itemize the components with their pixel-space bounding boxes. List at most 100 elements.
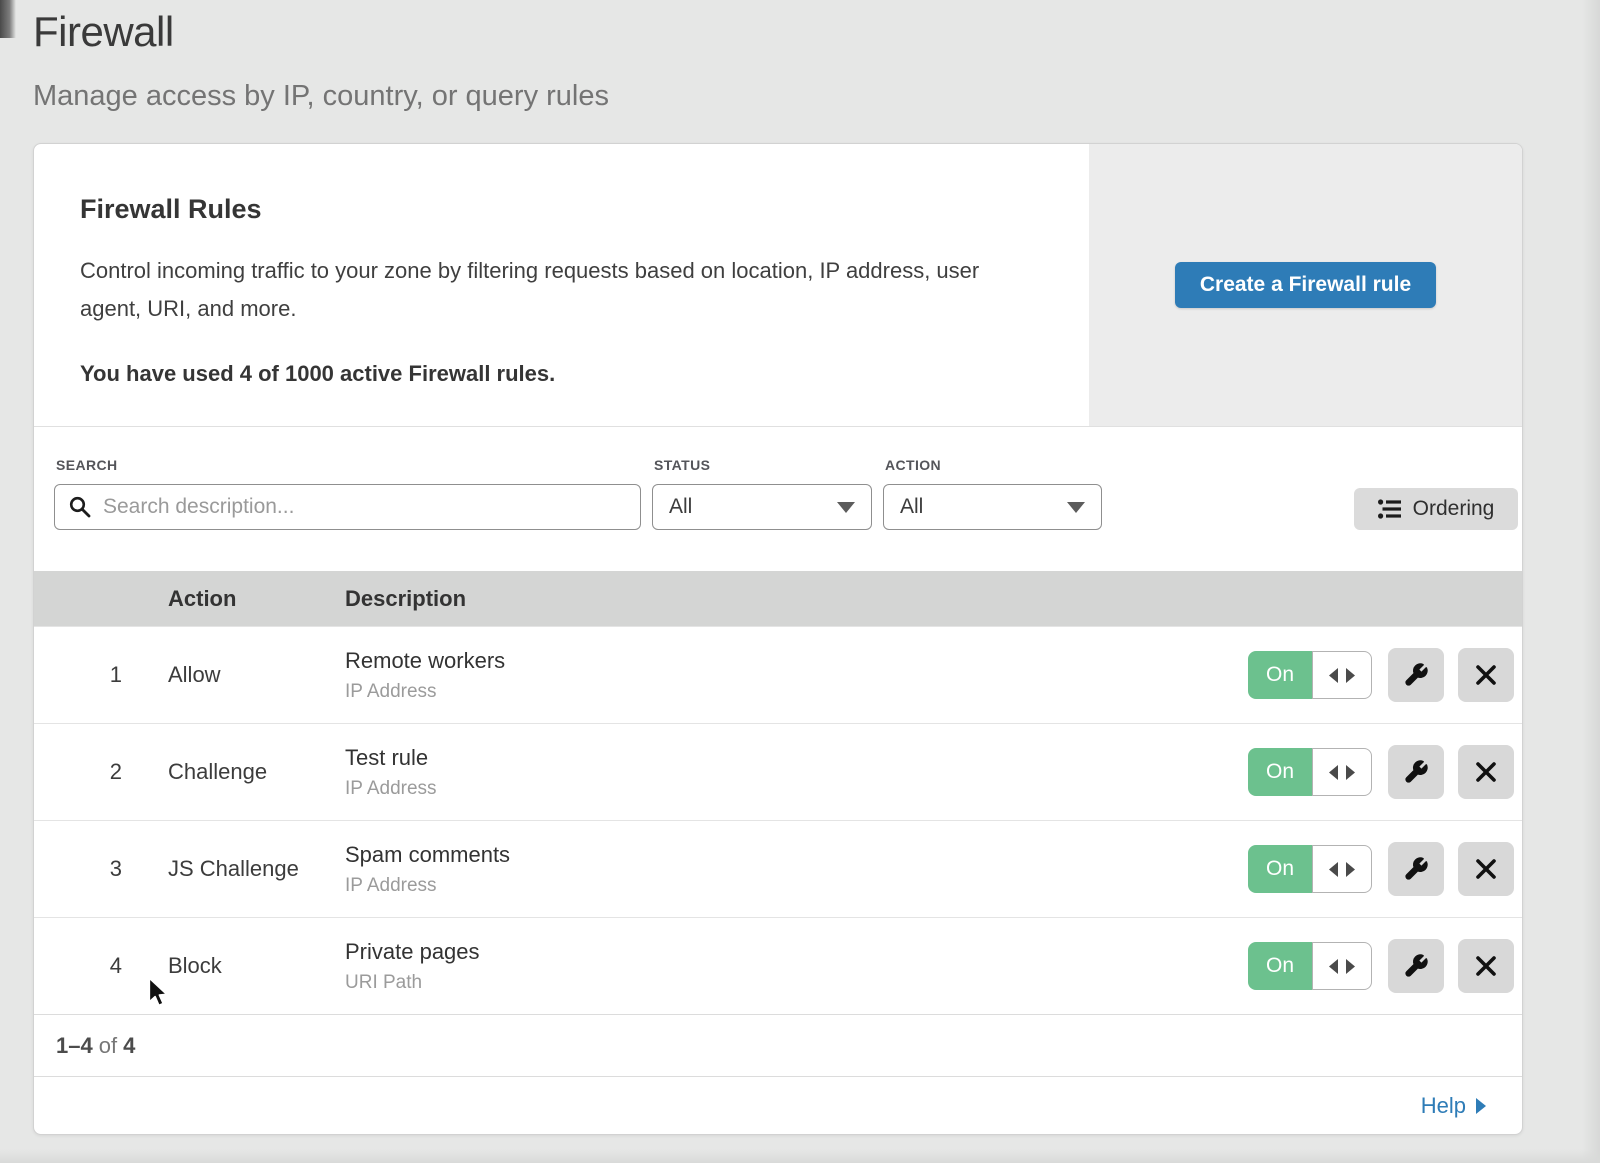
page-header: Firewall Manage access by IP, country, o… — [33, 8, 609, 113]
intro-action-panel: Create a Firewall rule — [1089, 144, 1522, 426]
filters-bar: SEARCH STATUS All ACTION All — [34, 426, 1522, 571]
toggle-knob — [1312, 651, 1372, 699]
column-header-action: Action — [168, 586, 345, 612]
close-icon — [1474, 663, 1498, 687]
close-icon — [1474, 857, 1498, 881]
help-row: Help — [34, 1076, 1522, 1134]
delete-rule-button[interactable] — [1458, 842, 1514, 896]
rule-priority: 2 — [34, 759, 168, 785]
chevron-down-icon — [837, 502, 855, 513]
ordered-list-icon — [1378, 499, 1402, 519]
rule-controls: On — [1242, 745, 1522, 799]
rule-controls: On — [1242, 842, 1522, 896]
rules-table-body: 1 Allow Remote workers IP Address On — [34, 626, 1522, 1014]
status-select[interactable]: All — [652, 484, 872, 530]
intro-description: Control incoming traffic to your zone by… — [80, 252, 1029, 328]
toggle-knob — [1312, 748, 1372, 796]
wrench-icon — [1403, 662, 1429, 688]
toggle-on-segment: On — [1248, 651, 1312, 699]
page-subtitle: Manage access by IP, country, or query r… — [33, 80, 609, 113]
search-input[interactable] — [54, 484, 641, 530]
rule-match-type: IP Address — [345, 681, 1242, 703]
intro-section: Firewall Rules Control incoming traffic … — [34, 144, 1522, 426]
toggle-knob — [1312, 845, 1372, 893]
mouse-cursor — [146, 977, 170, 1007]
window-edge-artifact — [0, 0, 16, 38]
rule-controls: On — [1242, 939, 1522, 993]
pagination-of: of — [99, 1033, 117, 1059]
toggle-on-segment: On — [1248, 748, 1312, 796]
rule-row: 3 JS Challenge Spam comments IP Address … — [34, 820, 1522, 917]
rule-priority: 4 — [34, 953, 168, 979]
arrow-right-icon — [1476, 1098, 1486, 1114]
intro-heading: Firewall Rules — [80, 194, 1029, 225]
rule-description: Private pages — [345, 939, 1242, 965]
page-edge-right — [1582, 0, 1600, 1163]
search-icon — [69, 496, 91, 518]
rule-enabled-toggle[interactable]: On — [1248, 651, 1372, 699]
search-label: SEARCH — [56, 457, 118, 473]
ordering-button[interactable]: Ordering — [1354, 488, 1518, 530]
rule-match-type: IP Address — [345, 875, 1242, 897]
intro-text-panel: Firewall Rules Control incoming traffic … — [34, 144, 1089, 426]
rule-description-cell: Private pages URI Path — [345, 939, 1242, 994]
rule-action: Allow — [168, 662, 345, 688]
delete-rule-button[interactable] — [1458, 939, 1514, 993]
toggle-on-segment: On — [1248, 845, 1312, 893]
chevron-down-icon — [1067, 502, 1085, 513]
toggle-on-segment: On — [1248, 942, 1312, 990]
rule-priority: 1 — [34, 662, 168, 688]
firewall-rules-card: Firewall Rules Control incoming traffic … — [33, 143, 1523, 1135]
wrench-icon — [1403, 953, 1429, 979]
toggle-arrows-icon — [1329, 959, 1355, 974]
ordering-button-label: Ordering — [1413, 497, 1495, 521]
action-select[interactable]: All — [883, 484, 1102, 530]
wrench-icon — [1403, 856, 1429, 882]
rule-enabled-toggle[interactable]: On — [1248, 845, 1372, 893]
rule-description-cell: Remote workers IP Address — [345, 648, 1242, 703]
edit-rule-button[interactable] — [1388, 842, 1444, 896]
status-label: STATUS — [654, 457, 710, 473]
page-title: Firewall — [33, 8, 609, 56]
create-firewall-rule-button[interactable]: Create a Firewall rule — [1175, 262, 1436, 308]
rule-description-cell: Test rule IP Address — [345, 745, 1242, 800]
rule-priority: 3 — [34, 856, 168, 882]
wrench-icon — [1403, 759, 1429, 785]
rule-action: Challenge — [168, 759, 345, 785]
rule-row: 1 Allow Remote workers IP Address On — [34, 626, 1522, 723]
table-header: Action Description — [34, 571, 1522, 626]
rule-description-cell: Spam comments IP Address — [345, 842, 1242, 897]
rule-description: Test rule — [345, 745, 1242, 771]
usage-note: You have used 4 of 1000 active Firewall … — [80, 361, 1029, 387]
help-link-label: Help — [1421, 1093, 1466, 1119]
toggle-arrows-icon — [1329, 765, 1355, 780]
rule-enabled-toggle[interactable]: On — [1248, 748, 1372, 796]
help-link[interactable]: Help — [1421, 1093, 1486, 1119]
page-edge-bottom — [0, 1149, 1600, 1163]
rule-action: Block — [168, 953, 345, 979]
edit-rule-button[interactable] — [1388, 745, 1444, 799]
edit-rule-button[interactable] — [1388, 939, 1444, 993]
delete-rule-button[interactable] — [1458, 648, 1514, 702]
rule-match-type: IP Address — [345, 778, 1242, 800]
toggle-arrows-icon — [1329, 862, 1355, 877]
rule-row: 2 Challenge Test rule IP Address On — [34, 723, 1522, 820]
toggle-arrows-icon — [1329, 668, 1355, 683]
edit-rule-button[interactable] — [1388, 648, 1444, 702]
action-label: ACTION — [885, 457, 941, 473]
rule-action: JS Challenge — [168, 856, 345, 882]
close-icon — [1474, 760, 1498, 784]
delete-rule-button[interactable] — [1458, 745, 1514, 799]
rule-row: 4 Block Private pages URI Path On — [34, 917, 1522, 1014]
pagination-total: 4 — [123, 1033, 135, 1059]
rule-description: Remote workers — [345, 648, 1242, 674]
close-icon — [1474, 954, 1498, 978]
toggle-knob — [1312, 942, 1372, 990]
rule-controls: On — [1242, 648, 1522, 702]
column-header-description: Description — [345, 586, 1242, 612]
rule-enabled-toggle[interactable]: On — [1248, 942, 1372, 990]
status-selected-value: All — [669, 495, 692, 519]
search-box — [54, 484, 641, 530]
rule-description: Spam comments — [345, 842, 1242, 868]
rule-match-type: URI Path — [345, 972, 1242, 994]
